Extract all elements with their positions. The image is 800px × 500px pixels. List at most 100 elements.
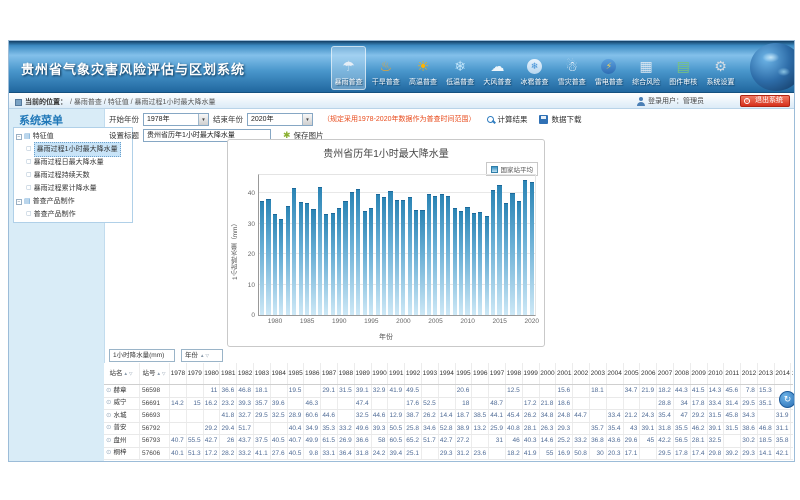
year-header[interactable]: 1979 bbox=[187, 363, 204, 384]
map-icon: ▤ bbox=[677, 59, 690, 73]
value-cell: 39.1 bbox=[355, 385, 372, 397]
year-header[interactable]: 1999 bbox=[523, 363, 540, 384]
year-header[interactable]: 1983 bbox=[254, 363, 271, 384]
value-cell: 19.5 bbox=[288, 385, 305, 397]
expand-icon[interactable]: ⊙ bbox=[106, 425, 111, 431]
value-cell: 30 bbox=[590, 448, 607, 460]
data-download-button[interactable]: 数据下载 bbox=[539, 114, 581, 125]
year-header[interactable]: 1993 bbox=[422, 363, 439, 384]
nav-item-composite[interactable]: ▦综合风险 bbox=[629, 46, 664, 90]
year-header[interactable]: 1978 bbox=[170, 363, 187, 384]
collapse-icon[interactable]: − bbox=[16, 199, 22, 205]
year-header[interactable]: 2004 bbox=[607, 363, 624, 384]
nav-item-lightning[interactable]: ⚡雷电普查 bbox=[591, 46, 626, 90]
nav-item-drought[interactable]: ♨干旱普查 bbox=[368, 46, 403, 90]
year-header[interactable]: 1985 bbox=[288, 363, 305, 384]
value-cell: 47 bbox=[674, 410, 691, 422]
year-header[interactable]: 1996 bbox=[472, 363, 489, 384]
year-header[interactable]: 2015 bbox=[791, 363, 793, 384]
year-header[interactable]: 2007 bbox=[657, 363, 674, 384]
sidebar-item[interactable]: ▢普查产品制作 bbox=[16, 208, 132, 221]
value-cell: 52.5 bbox=[422, 398, 439, 410]
float-refresh-button[interactable]: ↻ bbox=[779, 391, 795, 408]
year-header[interactable]: 2003 bbox=[590, 363, 607, 384]
value-cell: 27.6 bbox=[271, 448, 288, 460]
year-header[interactable]: 2013 bbox=[758, 363, 775, 384]
value-cell: 42.1 bbox=[775, 448, 792, 460]
chart-bar bbox=[299, 202, 303, 315]
year-header[interactable]: 1997 bbox=[489, 363, 506, 384]
nav-item-heat[interactable]: ☀高温普查 bbox=[405, 46, 440, 90]
year-header[interactable]: 2005 bbox=[624, 363, 641, 384]
nav-item-wind[interactable]: ☁大风普查 bbox=[480, 46, 515, 90]
year-header[interactable]: 2010 bbox=[708, 363, 725, 384]
year-header[interactable]: 1990 bbox=[372, 363, 389, 384]
value-cell bbox=[170, 423, 187, 435]
year-header[interactable]: 2008 bbox=[674, 363, 691, 384]
year-header[interactable]: 2001 bbox=[556, 363, 573, 384]
year-header[interactable]: 1982 bbox=[237, 363, 254, 384]
value-cell: 25.1 bbox=[405, 448, 422, 460]
year-header[interactable]: 1984 bbox=[271, 363, 288, 384]
year-header[interactable]: 1988 bbox=[338, 363, 355, 384]
year-header[interactable]: 1994 bbox=[439, 363, 456, 384]
value-cell: 40.7 bbox=[288, 435, 305, 447]
year-header[interactable]: 1998 bbox=[506, 363, 523, 384]
range-note: （规定采用1978-2020年数据作为普查时间范围） bbox=[323, 114, 475, 124]
nav-item-map[interactable]: ▤图件审核 bbox=[666, 46, 701, 90]
year-sort-control[interactable]: 年份 ▲▽ bbox=[181, 349, 223, 362]
year-header[interactable]: 1987 bbox=[321, 363, 338, 384]
value-cell: 26.2 bbox=[523, 410, 540, 422]
year-header[interactable]: 2000 bbox=[540, 363, 557, 384]
year-header[interactable]: 2012 bbox=[741, 363, 758, 384]
collapse-icon[interactable]: − bbox=[16, 134, 22, 140]
sidebar-item[interactable]: ▢暴雨过程持续天数 bbox=[16, 169, 132, 182]
table-row: ⊙普安5679229.229.451.740.434.935.333.249.6… bbox=[104, 423, 793, 436]
nav-item-snow[interactable]: ☃雪灾普查 bbox=[554, 46, 589, 90]
year-header[interactable]: 1981 bbox=[220, 363, 237, 384]
station-name-header[interactable]: 站名▲▽ bbox=[104, 363, 140, 384]
table-row: ⊙桐梓5760640.151.317.228.233.241.127.640.5… bbox=[104, 448, 793, 461]
year-header[interactable]: 1986 bbox=[304, 363, 321, 384]
year-header[interactable]: 2011 bbox=[724, 363, 741, 384]
year-header[interactable]: 2002 bbox=[573, 363, 590, 384]
year-header[interactable]: 1992 bbox=[405, 363, 422, 384]
expand-icon[interactable]: ⊙ bbox=[106, 413, 111, 419]
nav-item-hail[interactable]: ❄冰雹普查 bbox=[517, 46, 552, 90]
chart-bar bbox=[324, 214, 328, 315]
calculate-button[interactable]: 计算结果 bbox=[487, 114, 527, 125]
value-cell: 32.7 bbox=[237, 410, 254, 422]
station-id-header[interactable]: 站号▲▽ bbox=[140, 363, 170, 384]
expand-icon[interactable]: ⊙ bbox=[106, 400, 111, 406]
year-header[interactable]: 2014 bbox=[775, 363, 792, 384]
expand-icon[interactable]: ⊙ bbox=[106, 388, 111, 394]
year-header[interactable]: 1980 bbox=[204, 363, 221, 384]
year-header[interactable]: 1995 bbox=[456, 363, 473, 384]
value-cell: 31.5 bbox=[724, 423, 741, 435]
metric-filter-select[interactable]: 1小时降水量(mm) bbox=[109, 349, 175, 362]
sidebar-group[interactable]: −▤普查产品制作 bbox=[16, 195, 132, 208]
value-cell: 28.1 bbox=[691, 435, 708, 447]
start-year-select[interactable]: 1978年 ▼ bbox=[143, 113, 209, 126]
sidebar-item[interactable]: ▢暴雨过程累计降水量 bbox=[16, 182, 132, 195]
expand-icon[interactable]: ⊙ bbox=[106, 450, 111, 456]
nav-item-cold[interactable]: ❄低温普查 bbox=[443, 46, 478, 90]
value-cell bbox=[573, 423, 590, 435]
sidebar-item[interactable]: ▢暴雨过程1小时最大降水量 bbox=[16, 143, 132, 156]
value-cell bbox=[187, 423, 204, 435]
end-year-select[interactable]: 2020年 ▼ bbox=[247, 113, 313, 126]
expand-icon[interactable]: ⊙ bbox=[106, 438, 111, 444]
value-cell: 14.2 bbox=[170, 398, 187, 410]
year-header[interactable]: 2006 bbox=[640, 363, 657, 384]
value-cell: 29.6 bbox=[624, 435, 641, 447]
sidebar-item[interactable]: ▢暴雨过程日最大降水量 bbox=[16, 156, 132, 169]
nav-item-settings[interactable]: ⚙系统设置 bbox=[703, 46, 738, 90]
year-header[interactable]: 2009 bbox=[691, 363, 708, 384]
value-cell: 16.9 bbox=[556, 448, 573, 460]
nav-item-rain[interactable]: ☂暴雨普查 bbox=[331, 46, 366, 90]
year-header[interactable]: 1989 bbox=[355, 363, 372, 384]
sort-icons: ▲▽ bbox=[157, 363, 167, 384]
logout-button[interactable]: ○ 退出系统 bbox=[740, 95, 790, 107]
year-header[interactable]: 1991 bbox=[388, 363, 405, 384]
sidebar-title: 系统菜单 bbox=[19, 112, 63, 128]
